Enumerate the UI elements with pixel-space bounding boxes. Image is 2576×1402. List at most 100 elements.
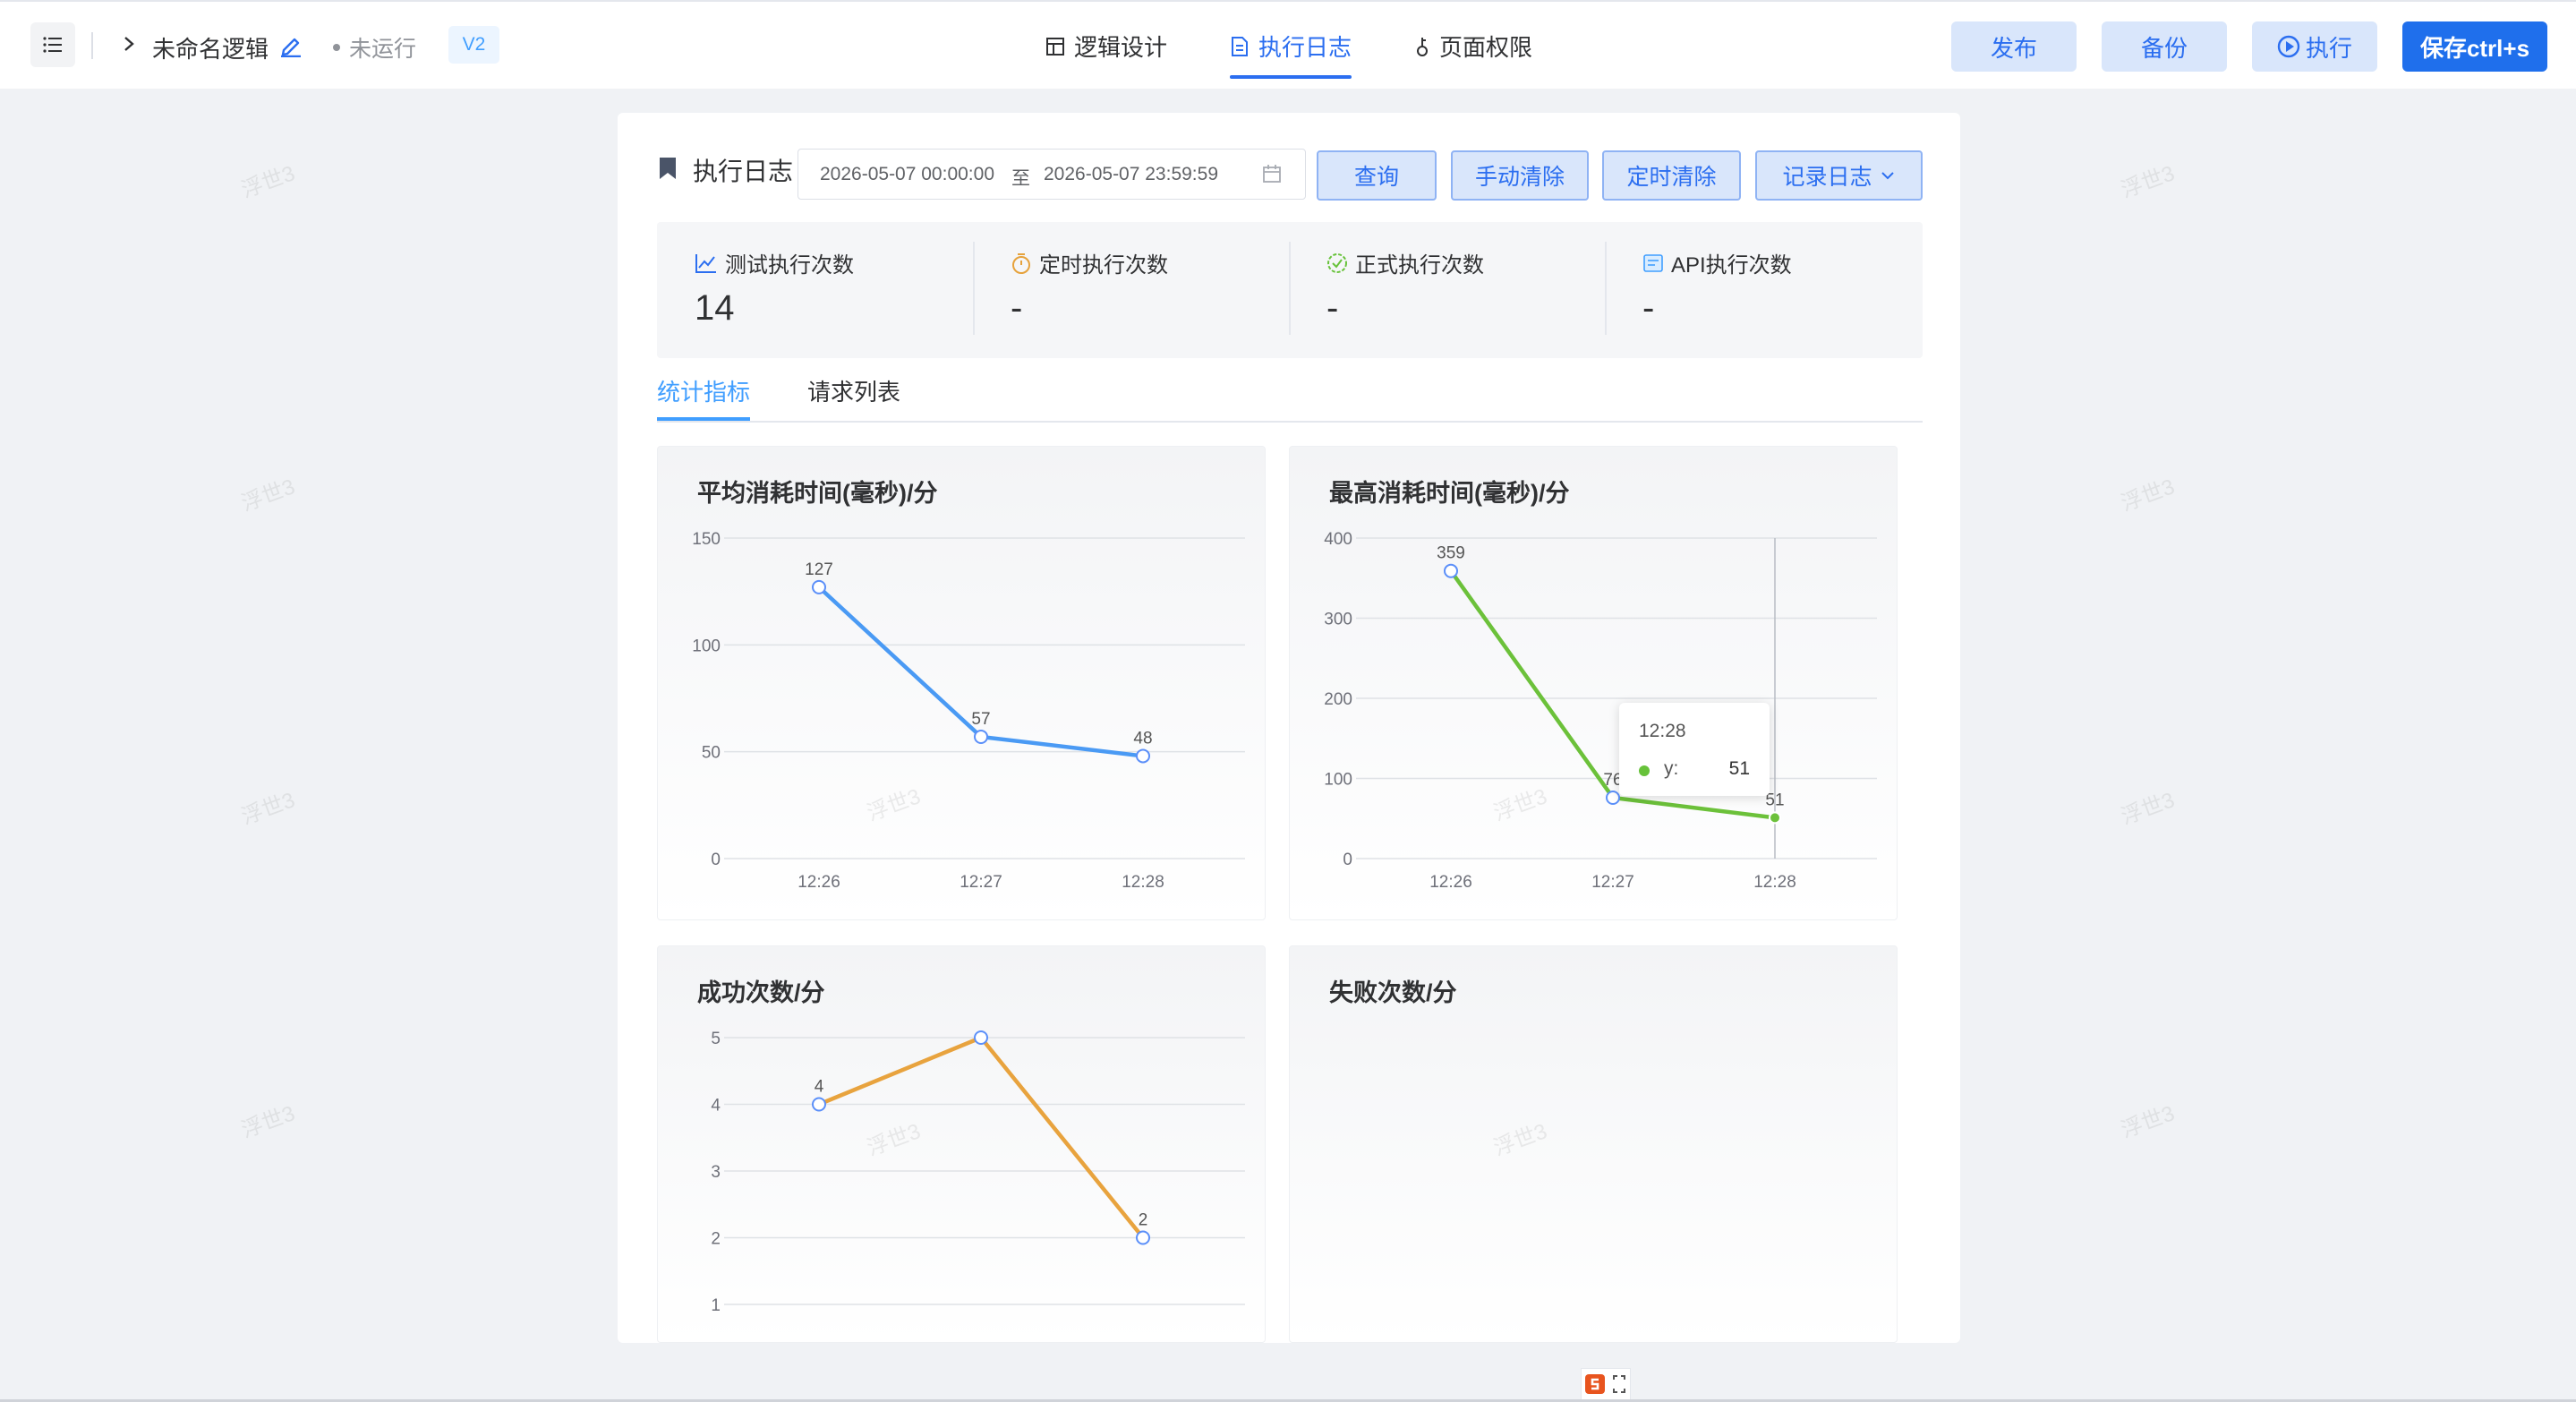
stopwatch-icon xyxy=(1012,252,1030,274)
stat-value: - xyxy=(1642,288,1655,328)
tab-statistics[interactable]: 统计指标 xyxy=(657,374,751,421)
save-button[interactable]: 保存ctrl+s xyxy=(2402,21,2547,72)
y-tick-label: 5 xyxy=(711,1030,721,1048)
y-tick-label: 2 xyxy=(711,1230,721,1249)
x-tick-label: 12:26 xyxy=(798,873,840,892)
tooltip-key: y: xyxy=(1664,758,1679,779)
publish-button[interactable]: 发布 xyxy=(1951,21,2077,72)
stat-scheduled-runs: 定时执行次数 - xyxy=(973,222,1289,358)
x-tick-label: 12:26 xyxy=(1429,873,1472,892)
tab-label: 页面权限 xyxy=(1439,34,1533,61)
y-tick-label: 3 xyxy=(711,1163,721,1182)
watermark: 浮世3 xyxy=(2118,161,2179,203)
data-point xyxy=(1606,790,1620,805)
chart-tooltip: 12:28 y: 51 xyxy=(1619,703,1770,796)
data-point xyxy=(1136,1230,1150,1245)
top-bar: 未命名逻辑 未运行 V2 逻辑设计 执行日志 页面权限 发布 备份 执行 保存c… xyxy=(0,0,2576,89)
data-point xyxy=(974,729,988,744)
line-chart-max-time: 010020030040012:26 12:27 12:283597651 xyxy=(1324,530,1877,892)
logic-name: 未命名逻辑 xyxy=(152,36,269,63)
key-icon xyxy=(1417,37,1429,56)
run-status: 未运行 xyxy=(333,31,416,64)
card-title: 执行日志 xyxy=(693,158,794,185)
scheduled-clear-button[interactable]: 定时清除 xyxy=(1602,150,1741,201)
y-tick-label: 100 xyxy=(1324,771,1352,790)
line-chart-avg-time: 0 50 100 150 12:26 12:27 12:28 127 57 48 xyxy=(692,530,1245,892)
x-tick-label: 12:28 xyxy=(1122,873,1164,892)
check-badge-icon xyxy=(1327,252,1347,273)
query-button[interactable]: 查询 xyxy=(1317,150,1437,201)
stat-test-runs: 测试执行次数 14 xyxy=(657,222,973,358)
tab-logic-design[interactable]: 逻辑设计 xyxy=(1045,2,1167,90)
chevron-down-icon xyxy=(1881,172,1894,180)
tab-request-list[interactable]: 请求列表 xyxy=(807,374,900,421)
x-tick-label: 12:27 xyxy=(960,873,1002,892)
data-label: 2 xyxy=(1139,1211,1148,1230)
calendar-icon xyxy=(1263,165,1281,183)
stat-value: - xyxy=(1326,288,1339,328)
stat-label-text: 正式执行次数 xyxy=(1355,253,1484,278)
chart-panel-max-time: 最高消耗时间(毫秒)/分 0 100 200 300 400 12:26 12:27 12:2… xyxy=(1289,446,1898,920)
data-point xyxy=(812,579,826,594)
data-point xyxy=(1769,811,1781,825)
y-tick-label: 150 xyxy=(692,530,721,549)
tooltip-series-dot xyxy=(1639,765,1650,776)
y-tick-label: 100 xyxy=(692,637,721,655)
watermark: 浮世3 xyxy=(2118,1101,2179,1143)
stat-api-runs: API执行次数 - xyxy=(1605,222,1921,358)
series-line xyxy=(818,1035,1145,1239)
y-tick-label: 300 xyxy=(1324,611,1352,629)
stat-label-text: 测试执行次数 xyxy=(725,253,854,278)
stats-panel: 测试执行次数 14 定时执行次数 - 正式执行次数 - API执行次数 - xyxy=(657,222,1923,358)
y-tick-label: 50 xyxy=(702,744,721,763)
layout-icon xyxy=(1046,37,1064,56)
backup-button[interactable]: 备份 xyxy=(2102,21,2227,72)
date-separator: 至 xyxy=(1011,168,1030,189)
logo-icon xyxy=(1585,1374,1605,1394)
stat-value: 14 xyxy=(695,288,735,328)
data-label: 48 xyxy=(1133,729,1152,748)
tooltip-time: 12:28 xyxy=(1639,721,1686,741)
stat-label-text: 定时执行次数 xyxy=(1039,253,1168,278)
watermark: 浮世3 xyxy=(238,161,299,203)
tab-label: 执行日志 xyxy=(1258,34,1352,61)
stat-label: API执行次数 xyxy=(1642,247,1792,278)
manual-clear-button[interactable]: 手动清除 xyxy=(1451,150,1589,201)
data-point xyxy=(812,1097,826,1112)
data-point xyxy=(1136,748,1150,764)
y-tick-label: 0 xyxy=(711,851,721,869)
divider xyxy=(91,32,93,59)
x-tick-label: 12:28 xyxy=(1753,873,1796,892)
data-point xyxy=(1444,563,1458,578)
data-point xyxy=(974,1030,988,1045)
date-start: 2026-05-07 00:00:00 xyxy=(820,164,994,184)
tab-execution-log[interactable]: 执行日志 xyxy=(1230,2,1352,90)
y-tick-label: 400 xyxy=(1324,530,1352,549)
api-icon xyxy=(1643,253,1663,272)
data-label: 57 xyxy=(971,710,990,729)
chart-panel-avg-time: 平均消耗时间(毫秒)/分 0 50 100 150 12:26 12:27 12:28 127… xyxy=(657,446,1266,920)
chart-panel-success-count: 成功次数/分 1234542 浮世3 xyxy=(657,945,1266,1343)
floating-toolbar[interactable] xyxy=(1581,1368,1631,1400)
y-tick-label: 200 xyxy=(1324,690,1352,709)
stat-label: 定时执行次数 xyxy=(1011,247,1168,278)
date-range-picker[interactable]: 2026-05-07 00:00:00 至 2026-05-07 23:59:5… xyxy=(798,149,1306,200)
edit-icon[interactable] xyxy=(278,32,303,57)
stat-label-text: API执行次数 xyxy=(1671,253,1792,278)
y-tick-label: 4 xyxy=(711,1097,721,1116)
tooltip-value: 51 xyxy=(1728,758,1750,779)
chevron-right-icon xyxy=(124,37,134,51)
record-log-label: 记录日志 xyxy=(1782,165,1872,190)
menu-toggle-button[interactable] xyxy=(30,22,75,67)
x-tick-label: 12:27 xyxy=(1591,873,1634,892)
watermark: 浮世3 xyxy=(1490,1119,1551,1161)
top-tabs: 逻辑设计 执行日志 页面权限 xyxy=(1045,2,1595,90)
tab-page-permission[interactable]: 页面权限 xyxy=(1414,2,1532,90)
tab-label: 逻辑设计 xyxy=(1074,34,1168,61)
run-status-label: 未运行 xyxy=(349,37,417,62)
line-chart-success-count: 1 2 3 4 5 4 2 xyxy=(711,1030,1245,1315)
run-button[interactable]: 执行 xyxy=(2252,21,2377,72)
chart-title: 失败次数/分 xyxy=(1329,979,1457,1006)
subtabs: 统计指标 请求列表 xyxy=(657,372,1923,423)
record-log-dropdown[interactable]: 记录日志 xyxy=(1755,150,1923,201)
